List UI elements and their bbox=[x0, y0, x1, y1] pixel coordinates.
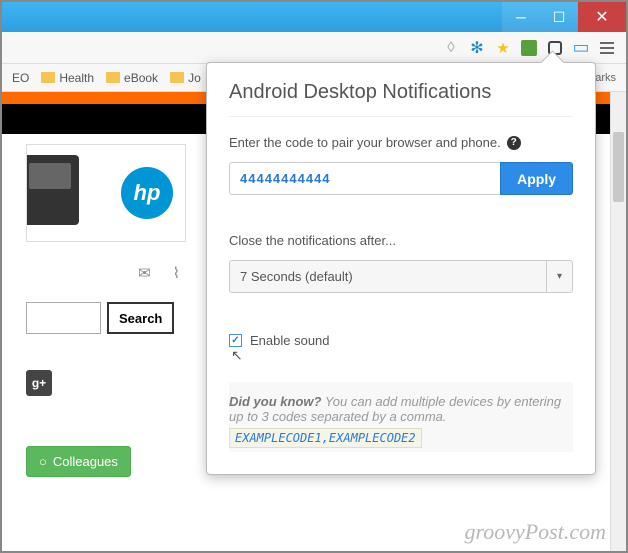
shield-icon[interactable]: ◊ bbox=[442, 39, 460, 57]
search-button[interactable]: Search bbox=[107, 302, 174, 334]
hp-logo: hp bbox=[121, 167, 173, 219]
window-titlebar: ─ ☐ ✕ bbox=[2, 2, 626, 32]
close-notifications-label: Close the notifications after... bbox=[229, 233, 573, 248]
tip-box: Did you know? You can add multiple devic… bbox=[229, 382, 573, 452]
chevron-down-icon: ▾ bbox=[546, 261, 572, 292]
extension-icon[interactable]: ✻ bbox=[468, 39, 486, 57]
hp-ad[interactable]: hp bbox=[26, 144, 186, 242]
popup-title: Android Desktop Notifications bbox=[229, 81, 573, 104]
bookmark-item[interactable]: Health bbox=[41, 71, 94, 85]
select-value: 7 Seconds (default) bbox=[230, 261, 546, 292]
sidebar: hp ✉ ⌇ Search g+ Colleagues bbox=[26, 144, 186, 477]
search-input[interactable] bbox=[26, 302, 101, 334]
apply-button[interactable]: Apply bbox=[500, 162, 573, 195]
google-plus-button[interactable]: g+ bbox=[26, 370, 52, 396]
extension-popup: Android Desktop Notifications Enter the … bbox=[206, 62, 596, 475]
printer-image bbox=[26, 155, 79, 225]
tip-code: EXAMPLECODE1,EXAMPLECODE2 bbox=[229, 428, 422, 448]
code-input[interactable] bbox=[229, 162, 500, 195]
enable-sound-label: Enable sound bbox=[250, 333, 330, 348]
notifications-extension-icon[interactable]: ▭ bbox=[572, 39, 590, 57]
window-close-button[interactable]: ✕ bbox=[578, 2, 626, 32]
bookmark-item[interactable]: eBook bbox=[106, 71, 158, 85]
mail-icon[interactable]: ✉ bbox=[138, 264, 151, 282]
hamburger-menu-icon[interactable] bbox=[598, 39, 616, 57]
window-minimize-button[interactable]: ─ bbox=[502, 2, 540, 32]
window-maximize-button[interactable]: ☐ bbox=[540, 2, 578, 32]
divider bbox=[229, 116, 573, 117]
bookmark-item[interactable]: Jo bbox=[170, 71, 201, 85]
folder-icon bbox=[41, 72, 55, 83]
folder-icon bbox=[106, 72, 120, 83]
help-icon[interactable]: ? bbox=[507, 136, 521, 150]
extension-green-icon[interactable] bbox=[520, 39, 538, 57]
cursor-icon: ↖ bbox=[231, 347, 243, 364]
scrollbar[interactable] bbox=[610, 92, 626, 551]
bookmark-item[interactable]: EO bbox=[12, 71, 29, 85]
close-delay-select[interactable]: 7 Seconds (default) ▾ bbox=[229, 260, 573, 293]
tip-title: Did you know? bbox=[229, 394, 321, 409]
pair-label: Enter the code to pair your browser and … bbox=[229, 135, 573, 150]
rss-icon[interactable]: ⌇ bbox=[173, 264, 180, 282]
bookmark-star-icon[interactable]: ★ bbox=[494, 39, 512, 57]
folder-icon bbox=[170, 72, 184, 83]
enable-sound-checkbox[interactable]: ✓ bbox=[229, 334, 242, 347]
colleagues-button[interactable]: Colleagues bbox=[26, 446, 131, 477]
watermark: groovyPost.com bbox=[464, 519, 606, 545]
browser-toolbar: ◊ ✻ ★ ▭ bbox=[2, 32, 626, 64]
